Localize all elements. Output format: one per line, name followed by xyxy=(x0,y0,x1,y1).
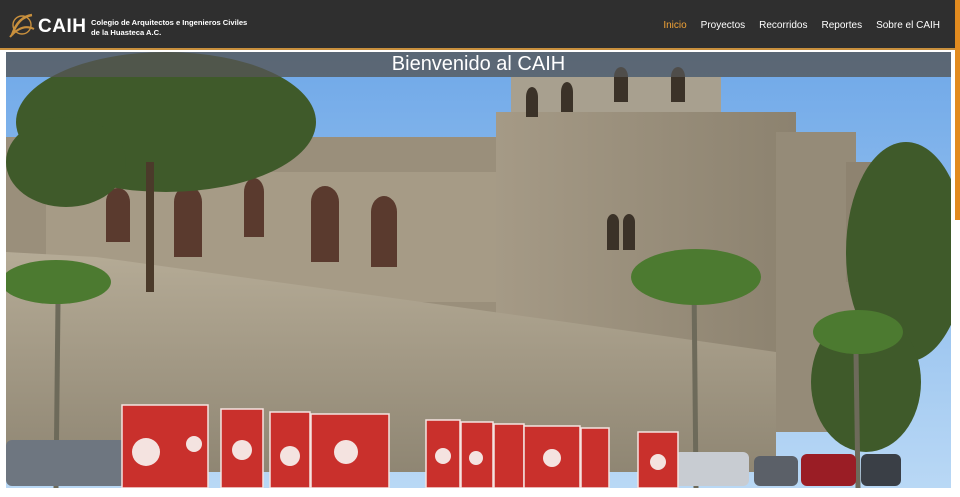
hero-title: Bienvenido al CAIH xyxy=(391,53,566,75)
nav-item-reportes[interactable]: Reportes xyxy=(815,20,870,31)
logo-text[interactable]: CAIH xyxy=(38,16,86,38)
main-nav: Inicio Proyectos Recorridos Reportes Sob… xyxy=(656,0,947,50)
hero-title-band: Bienvenido al CAIH xyxy=(6,52,951,77)
nav-item-sobre-el-caih[interactable]: Sobre el CAIH xyxy=(869,20,947,31)
nav-item-recorridos[interactable]: Recorridos xyxy=(752,20,814,31)
nav-item-proyectos[interactable]: Proyectos xyxy=(694,20,752,31)
hero-photo xyxy=(6,52,951,488)
logo-subtitle: Colegio de Arquitectos e Ingenieros Civi… xyxy=(91,18,248,37)
hero-banner: Bienvenido al CAIH xyxy=(6,52,951,488)
site-header: CAIH Colegio de Arquitectos e Ingenieros… xyxy=(0,0,955,50)
caih-logo-icon[interactable] xyxy=(8,11,36,41)
nav-item-inicio[interactable]: Inicio xyxy=(656,20,693,31)
scrollbar-thumb[interactable] xyxy=(955,0,960,220)
